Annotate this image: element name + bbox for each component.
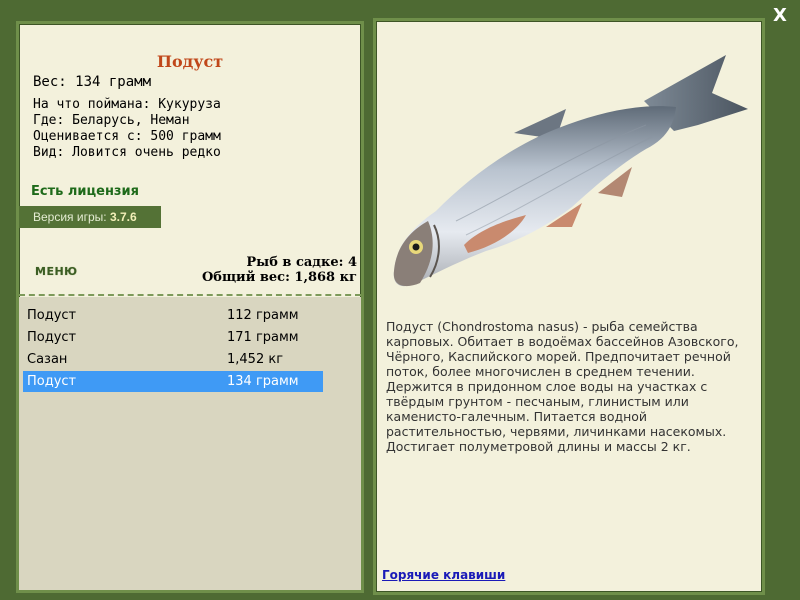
list-item-weight: 1,452 кг [227, 352, 284, 367]
menu-button[interactable]: МЕНЮ [35, 265, 78, 278]
list-item[interactable]: Сазан 1,452 кг [23, 349, 323, 370]
fish-description-panel: Подуст (Chondrostoma nasus) - рыба семей… [373, 18, 765, 595]
detail-rarity: Вид: Ловится очень редко [33, 145, 221, 160]
detail-valued-from: Оценивается с: 500 грамм [33, 129, 221, 144]
list-item-weight: 134 грамм [227, 374, 299, 389]
divider [19, 294, 361, 296]
list-item[interactable]: Подуст 134 грамм [23, 371, 323, 392]
close-button[interactable]: X [770, 6, 790, 26]
hotkeys-link[interactable]: Горячие клавиши [382, 568, 505, 582]
fish-photo [376, 21, 762, 311]
keepnet-stats: Рыб в садке: 4 Общий вес: 1,868 кг [202, 255, 357, 285]
detail-bait: На что поймана: Кукуруза [33, 97, 221, 112]
version-bar: Версия игры: 3.7.6 [19, 206, 161, 228]
list-item-weight: 171 грамм [227, 330, 299, 345]
catch-list: Подуст 112 грамм Подуст 171 грамм Сазан … [19, 297, 361, 590]
version-value: 3.7.6 [109, 210, 137, 224]
total-weight: Общий вес: 1,868 кг [201, 270, 357, 285]
list-item-name: Сазан [27, 352, 68, 367]
list-item-name: Подуст [27, 374, 77, 389]
list-item[interactable]: Подуст 112 грамм [23, 305, 323, 326]
license-status: Есть лицензия [31, 184, 139, 199]
detail-location: Где: Беларусь, Неман [33, 113, 190, 128]
fish-count: Рыб в садке: 4 [246, 255, 357, 270]
fish-weight: Вес: 134 грамм [33, 74, 152, 90]
list-item-name: Подуст [27, 330, 77, 345]
list-item-name: Подуст [27, 308, 77, 323]
list-item-weight: 112 грамм [227, 308, 299, 323]
fish-illustration [393, 55, 748, 287]
fish-title: Подуст [156, 52, 224, 71]
list-item[interactable]: Подуст 171 грамм [23, 327, 323, 348]
fish-details: На что поймана: Кукуруза Где: Беларусь, … [33, 97, 221, 161]
fish-info-panel: Подуст Вес: 134 грамм На что поймана: Ку… [16, 21, 364, 593]
fish-description: Подуст (Chondrostoma nasus) - рыба семей… [386, 319, 739, 454]
version-label: Версия игры: [33, 210, 107, 224]
